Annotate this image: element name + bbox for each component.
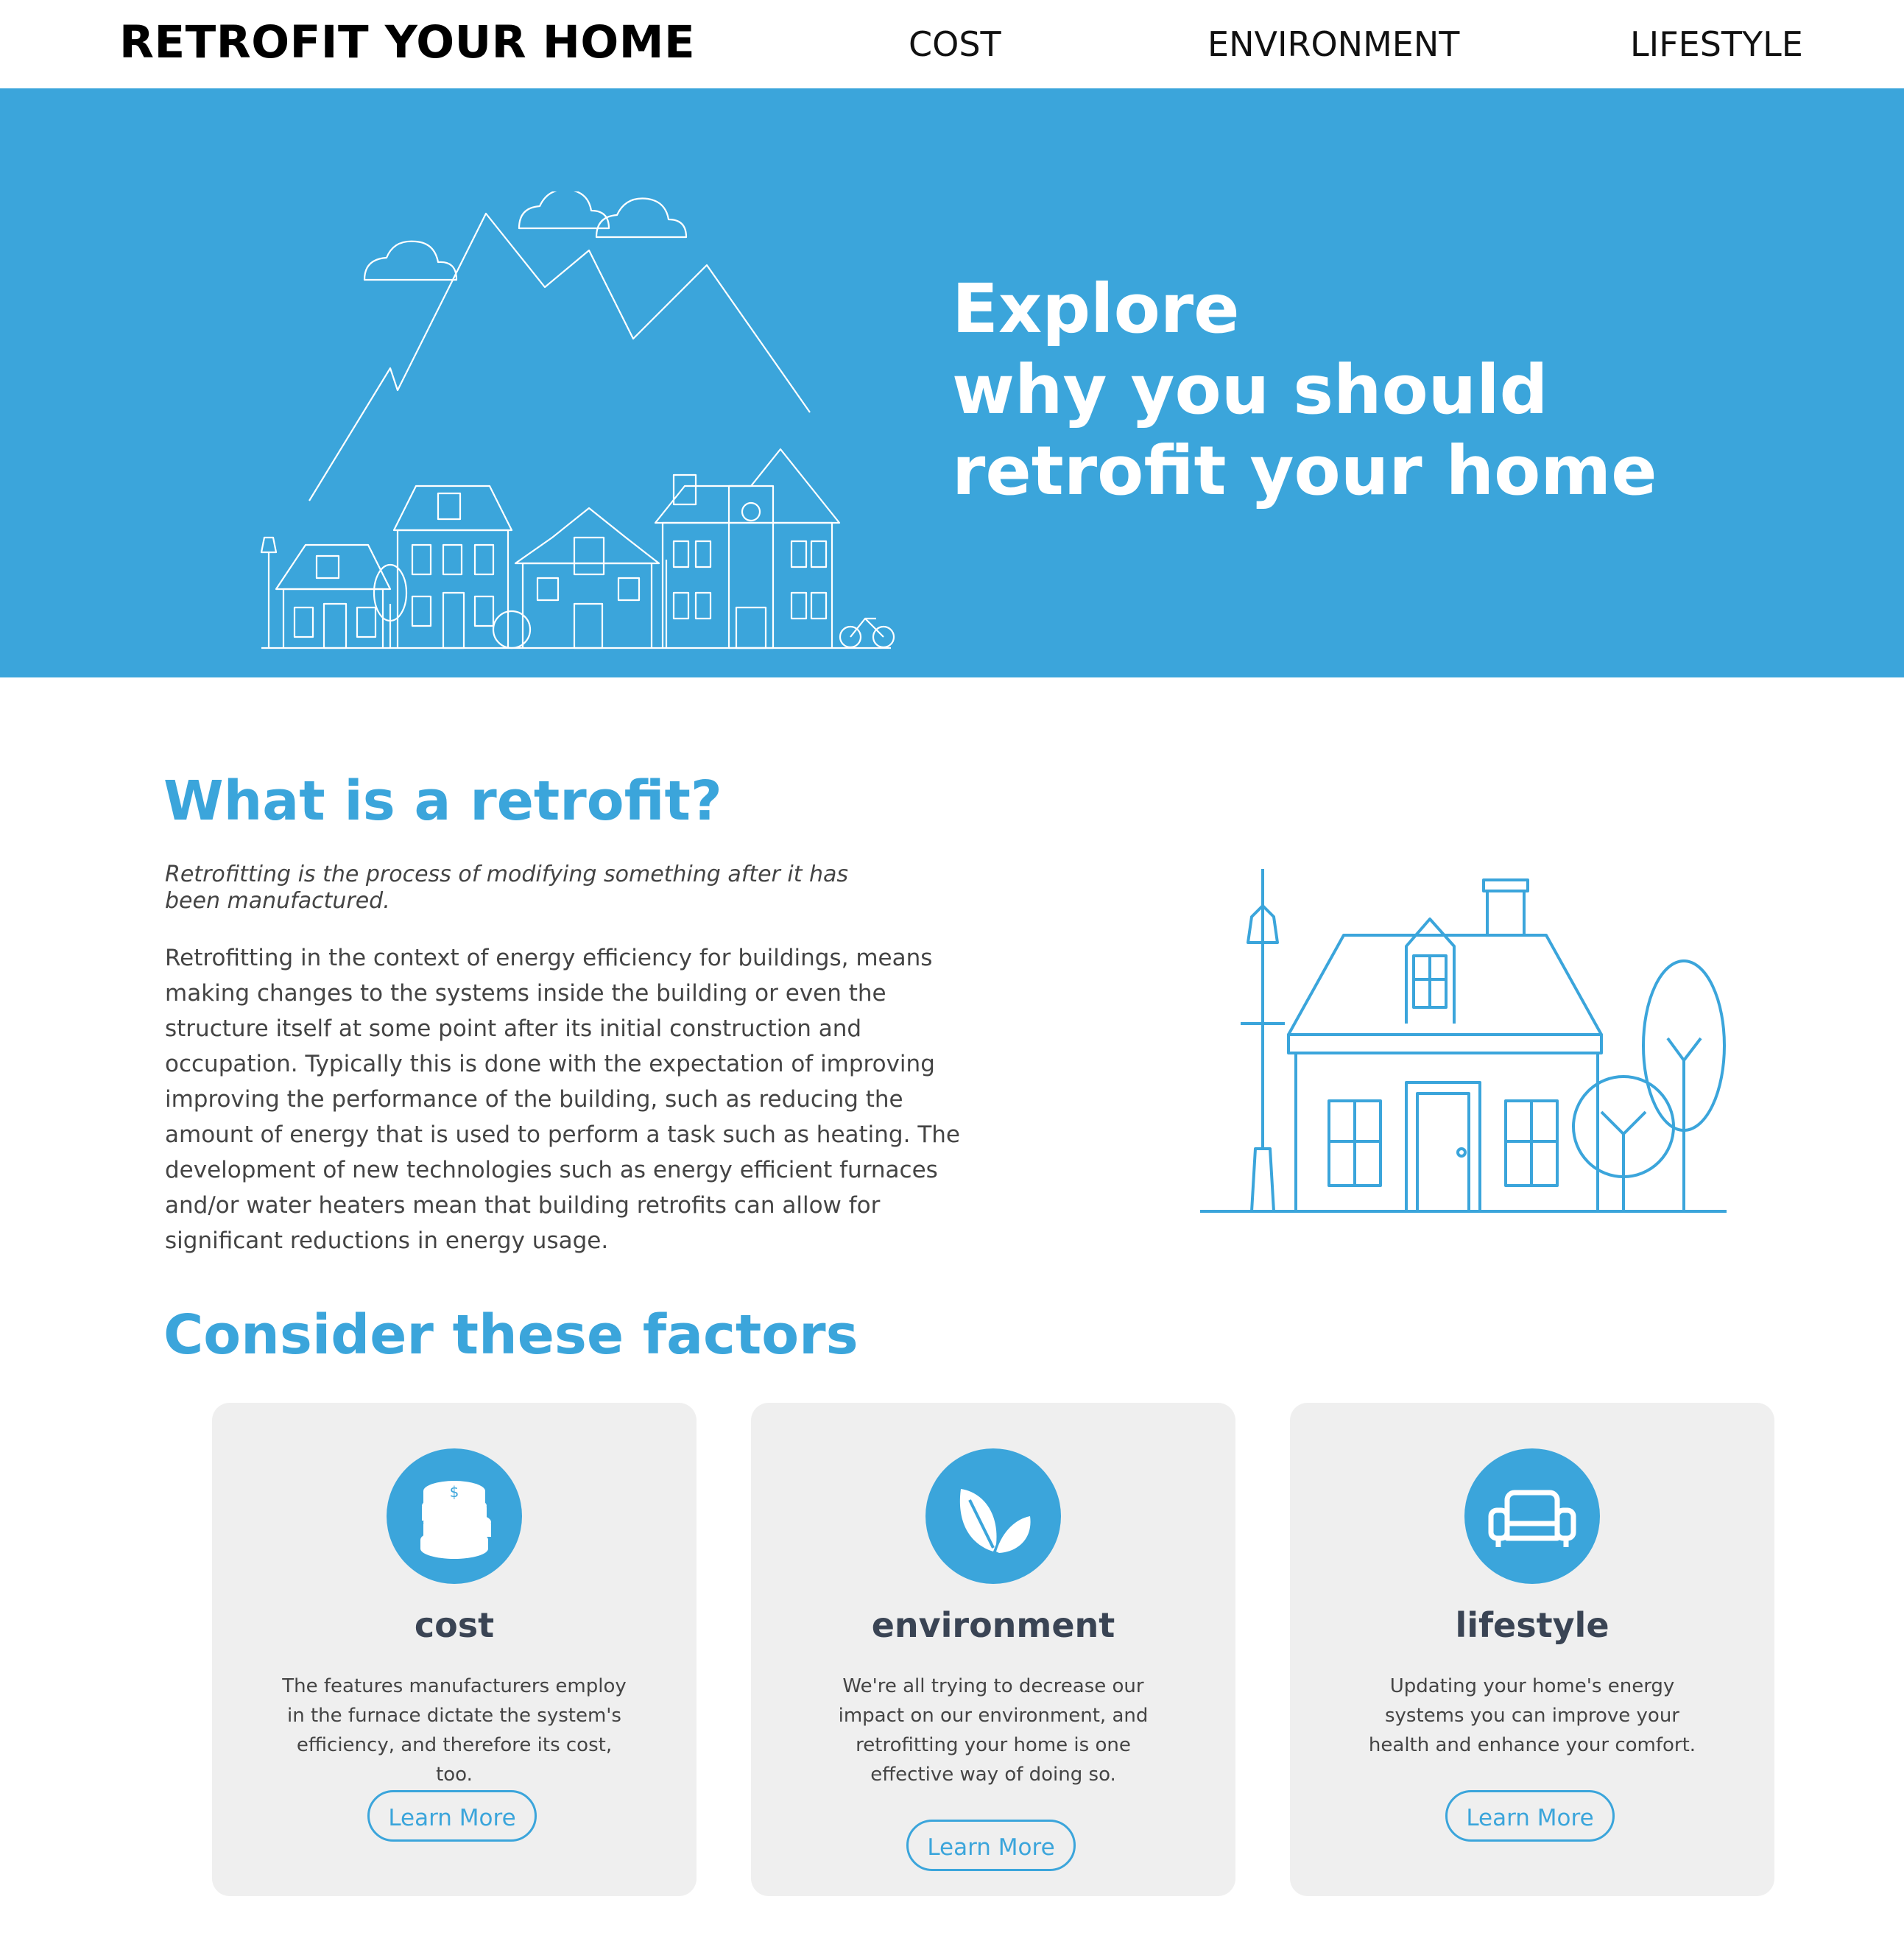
learn-more-button-cost[interactable]: Learn More <box>367 1790 537 1842</box>
factor-card-cost: $ cost The features manufacturers employ… <box>212 1403 697 1896</box>
about-section-title: What is a retrofit? <box>163 770 722 833</box>
hero-banner: Explore why you should retrofit your hom… <box>0 88 1904 677</box>
nav-link-environment[interactable]: ENVIRONMENT <box>1207 24 1459 64</box>
svg-text:$: $ <box>450 1483 459 1501</box>
house-illustration <box>1200 869 1727 1213</box>
card-title-cost: cost <box>414 1605 495 1645</box>
coins-icon: $ <box>387 1448 522 1584</box>
hero-line-2: why you should <box>952 351 1548 429</box>
leaves-icon <box>925 1448 1061 1584</box>
learn-more-button-lifestyle[interactable]: Learn More <box>1445 1790 1615 1842</box>
hero-line-3: retrofit your home <box>952 432 1657 510</box>
card-title-lifestyle: lifestyle <box>1455 1605 1609 1645</box>
learn-more-button-environment[interactable]: Learn More <box>906 1820 1076 1871</box>
factor-card-environment: environment We're all trying to decrease… <box>751 1403 1235 1896</box>
card-text-environment: We're all trying to decrease our impact … <box>838 1675 1149 1786</box>
top-navbar: RETROFIT YOUR HOME COST ENVIRONMENT LIFE… <box>0 0 1904 88</box>
nav-link-lifestyle[interactable]: LIFESTYLE <box>1630 24 1803 64</box>
about-body-text: Retrofitting in the context of energy ef… <box>165 945 960 1254</box>
factor-card-lifestyle: lifestyle Updating your home's energy sy… <box>1290 1403 1774 1896</box>
sofa-icon <box>1464 1448 1600 1584</box>
about-lead-text: Retrofitting is the process of modifying… <box>165 862 849 914</box>
hero-line-1: Explore <box>952 270 1240 348</box>
factors-section-title: Consider these factors <box>163 1303 858 1367</box>
card-text-cost: The features manufacturers employ in the… <box>282 1675 627 1786</box>
card-title-environment: environment <box>871 1605 1115 1645</box>
neighborhood-illustration <box>260 191 895 649</box>
card-text-lifestyle: Updating your home's energy systems you … <box>1368 1675 1696 1756</box>
hero-heading: Explore why you should retrofit your hom… <box>952 269 1657 512</box>
site-brand[interactable]: RETROFIT YOUR HOME <box>119 16 695 68</box>
nav-link-cost[interactable]: COST <box>909 24 1001 64</box>
